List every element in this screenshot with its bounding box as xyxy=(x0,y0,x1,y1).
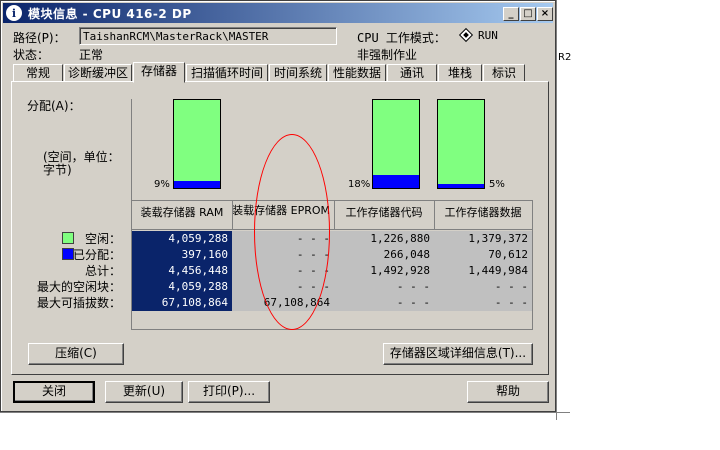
run-mode-icon xyxy=(458,27,474,43)
compress-button[interactable]: 压缩(C) xyxy=(28,343,124,365)
column-header-work-data[interactable]: 工作存储器数据 xyxy=(434,201,532,231)
table-cell[interactable]: 4,059,288 xyxy=(132,279,232,295)
tab-general[interactable]: 常规 xyxy=(13,64,63,82)
background-divider xyxy=(556,0,557,420)
table-cell[interactable]: 4,059,288 xyxy=(132,231,232,247)
close-button[interactable]: 关闭 xyxy=(13,381,95,403)
help-button[interactable]: 帮助 xyxy=(467,381,549,403)
table-cell[interactable]: 1,492,928 xyxy=(334,263,434,279)
title-bar[interactable]: i 模块信息 - CPU 416-2 DP _ □ × xyxy=(3,3,553,23)
column-header-work-code[interactable]: 工作存储器代码 xyxy=(334,201,434,231)
print-button[interactable]: 打印(P)... xyxy=(188,381,270,403)
table-cell[interactable]: - - - xyxy=(334,295,434,311)
tab-time-system[interactable]: 时间系统 xyxy=(269,64,327,82)
tab-diagnostic-buffer[interactable]: 诊断缓冲区 xyxy=(64,64,132,82)
work-code-usage-bar xyxy=(372,99,420,189)
path-field[interactable]: TaishanRCM\MasterRack\MASTER xyxy=(79,27,337,45)
forcing-status: 非强制作业 xyxy=(357,48,418,62)
ram-usage-bar xyxy=(173,99,221,189)
col-divider xyxy=(434,201,435,229)
refresh-button[interactable]: 更新(U) xyxy=(105,381,183,403)
red-annotation-ellipse xyxy=(254,134,330,330)
col-divider xyxy=(334,201,335,229)
row-label: 已分配： xyxy=(72,248,121,262)
tab-communication[interactable]: 通讯 xyxy=(387,64,437,82)
table-cell[interactable]: 67,108,864 xyxy=(132,295,232,311)
row-label: 最大的空闲块： xyxy=(36,280,121,294)
path-label: 路径(P)： xyxy=(13,31,66,45)
tab-identification[interactable]: 标识 xyxy=(483,64,525,82)
ram-usage-percent: 9% xyxy=(154,179,170,190)
allocation-label: 分配(A)： xyxy=(27,99,81,113)
cpu-mode-value: RUN xyxy=(478,29,498,42)
tab-stack[interactable]: 堆栈 xyxy=(438,64,482,82)
row-label: 最大可插拔数： xyxy=(36,296,121,310)
maximize-button[interactable]: □ xyxy=(520,7,536,21)
background-edge-text: R2 xyxy=(558,52,572,63)
table-cell[interactable]: - - - xyxy=(334,279,434,295)
table-cell[interactable]: - - - xyxy=(434,279,532,295)
column-header-load-ram[interactable]: 装载存储器 RAM xyxy=(132,201,232,231)
work-data-usage-bar xyxy=(437,99,485,189)
minimize-button[interactable]: _ xyxy=(503,7,519,21)
background-divider-bottom xyxy=(0,412,570,413)
work-code-usage-percent: 18% xyxy=(348,179,371,190)
window-title: 模块信息 - CPU 416-2 DP xyxy=(28,6,192,21)
table-cell[interactable]: - - - xyxy=(434,295,532,311)
row-label: 总计： xyxy=(84,264,121,278)
tab-performance-data[interactable]: 性能数据 xyxy=(328,64,386,82)
table-cell[interactable]: 1,226,880 xyxy=(334,231,434,247)
table-cell[interactable]: 266,048 xyxy=(334,247,434,263)
work-data-used-fill xyxy=(438,184,484,188)
row-label: 空闲： xyxy=(84,232,121,246)
memory-area-details-button[interactable]: 存储器区域详细信息(T)... xyxy=(383,343,533,365)
info-icon: i xyxy=(6,5,22,21)
unit-label: (空间，单位：字节) xyxy=(43,150,120,177)
close-window-button[interactable]: × xyxy=(537,7,553,21)
work-code-used-fill xyxy=(373,174,419,188)
col-divider xyxy=(232,201,233,229)
chart-left-line xyxy=(131,99,132,201)
table-cell[interactable]: 4,456,448 xyxy=(132,263,232,279)
header-divider xyxy=(132,229,532,230)
table-cell[interactable]: 397,160 xyxy=(132,247,232,263)
ram-used-fill xyxy=(174,181,220,188)
work-data-usage-percent: 5% xyxy=(489,179,505,190)
status-label: 状态： xyxy=(13,48,50,62)
status-value: 正常 xyxy=(79,48,104,62)
cpu-mode-label: CPU 工作模式： xyxy=(357,31,446,45)
module-info-dialog: i 模块信息 - CPU 416-2 DP _ □ × 路径(P)： Taish… xyxy=(0,0,556,412)
table-cell[interactable]: 1,379,372 xyxy=(434,231,532,247)
tab-memory[interactable]: 存储器 xyxy=(133,62,185,83)
table-cell[interactable]: 70,612 xyxy=(434,247,532,263)
tab-scan-cycle-time[interactable]: 扫描循环时间 xyxy=(186,64,268,82)
table-cell[interactable]: 1,449,984 xyxy=(434,263,532,279)
